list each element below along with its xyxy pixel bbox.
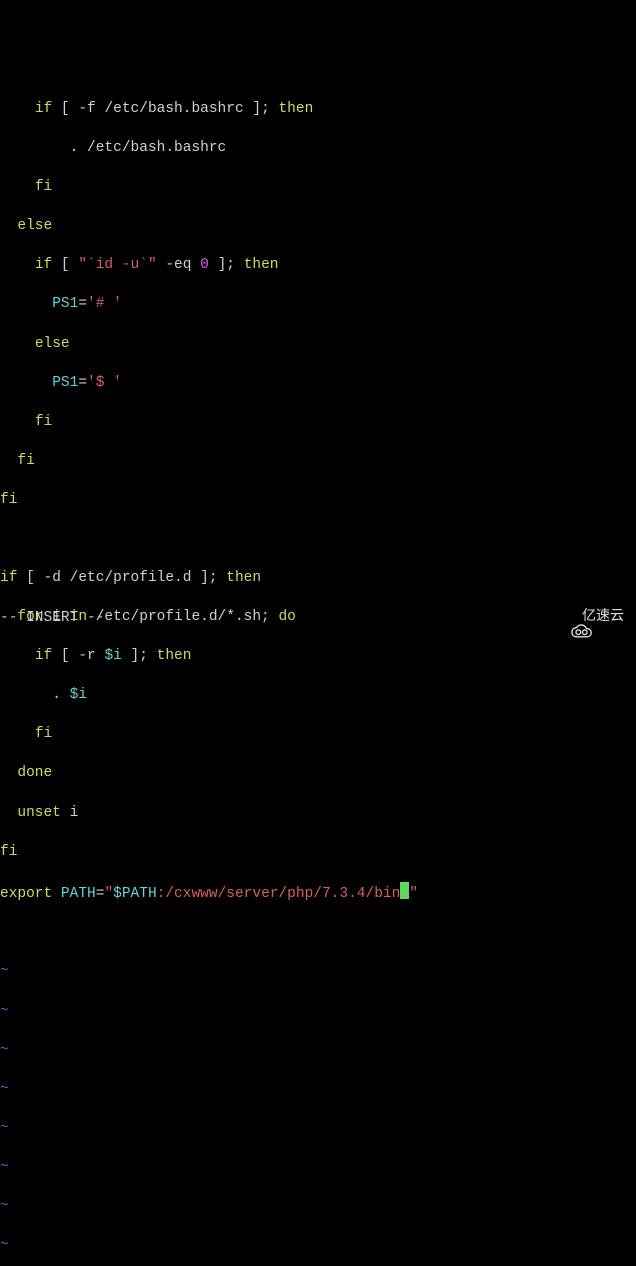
code-line: fi bbox=[0, 843, 636, 863]
empty-line-tilde: ~ bbox=[0, 962, 636, 982]
empty-line-tilde bbox=[0, 924, 636, 943]
empty-line-tilde: ~ bbox=[0, 1158, 636, 1178]
empty-line-tilde: ~ bbox=[0, 1236, 636, 1256]
code-line: if [ "`id -u`" -eq 0 ]; then bbox=[0, 256, 636, 276]
watermark: 亿速云 bbox=[555, 605, 624, 625]
code-line: PS1='$ ' bbox=[0, 374, 636, 394]
vim-mode-status: -- INSERT -- bbox=[0, 609, 104, 629]
code-line: fi bbox=[0, 725, 636, 745]
code-line: if [ -d /etc/profile.d ]; then bbox=[0, 569, 636, 589]
code-line: export PATH="$PATH:/cxwww/server/php/7.3… bbox=[0, 882, 636, 905]
code-line: fi bbox=[0, 452, 636, 472]
empty-line-tilde: ~ bbox=[0, 1080, 636, 1100]
code-line: if [ -r $i ]; then bbox=[0, 647, 636, 667]
code-line bbox=[0, 530, 636, 549]
empty-line-tilde: ~ bbox=[0, 1002, 636, 1022]
code-line: . /etc/bash.bashrc bbox=[0, 139, 636, 159]
code-line: else bbox=[0, 217, 636, 237]
empty-line-tilde: ~ bbox=[0, 1041, 636, 1061]
code-line: PS1='# ' bbox=[0, 295, 636, 315]
code-line: if [ -f /etc/bash.bashrc ]; then bbox=[0, 100, 636, 120]
code-line: fi bbox=[0, 178, 636, 198]
code-line: else bbox=[0, 335, 636, 355]
cloud-icon bbox=[555, 605, 577, 625]
code-line: unset i bbox=[0, 804, 636, 824]
code-line: fi bbox=[0, 413, 636, 433]
code-line: fi bbox=[0, 491, 636, 511]
empty-line-tilde: ~ bbox=[0, 1119, 636, 1139]
watermark-text: 亿速云 bbox=[582, 606, 624, 625]
code-line: done bbox=[0, 764, 636, 784]
code-line: . $i bbox=[0, 686, 636, 706]
vim-editor[interactable]: if [ -f /etc/bash.bashrc ]; then . /etc/… bbox=[0, 78, 636, 1266]
empty-line-tilde: ~ bbox=[0, 1197, 636, 1217]
cursor bbox=[400, 882, 409, 899]
